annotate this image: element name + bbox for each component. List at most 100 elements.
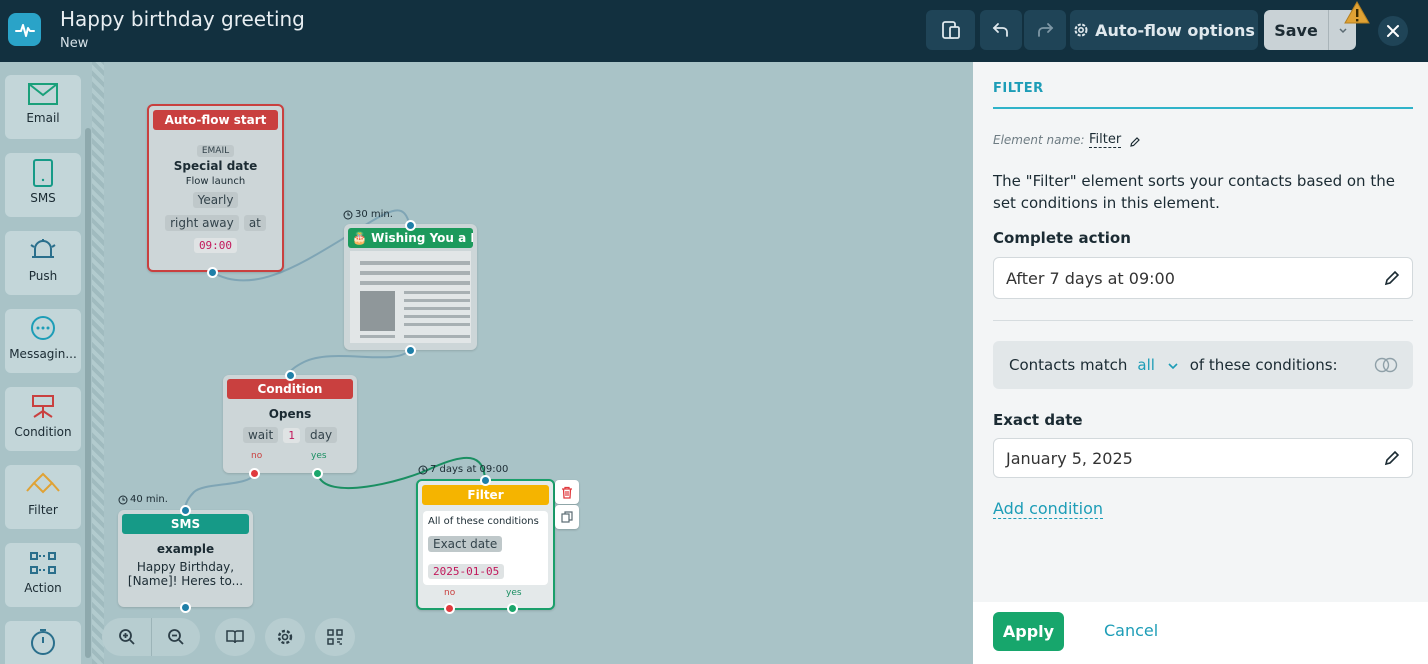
apply-button[interactable]: Apply — [993, 612, 1064, 651]
condition-input-port[interactable] — [285, 370, 296, 381]
preview-button[interactable] — [926, 10, 975, 50]
palette-item-action[interactable]: Action — [5, 543, 81, 607]
zoom-controls — [102, 618, 200, 656]
sms-output-port[interactable] — [180, 602, 191, 613]
node-title: Filter — [422, 485, 549, 505]
chat-icon — [31, 316, 55, 340]
palette-item-push[interactable]: Push — [5, 231, 81, 295]
auto-arrange-button[interactable] — [315, 618, 355, 656]
delay-label: 40 min. — [130, 494, 168, 505]
wait-unit-chip: day — [304, 427, 338, 443]
intersect-toggle-icon[interactable] — [1373, 357, 1399, 373]
filter-icon — [26, 472, 60, 494]
filter-conditions-box: All of these conditions Exact date 2025-… — [423, 511, 548, 585]
palette-item-email[interactable]: Email — [5, 75, 81, 139]
wait-chip: wait — [242, 427, 279, 443]
email-node[interactable]: 🎂 Wishing You a F... — [344, 224, 477, 350]
palette-item-label: Filter — [28, 503, 58, 517]
email-input-port[interactable] — [405, 220, 416, 231]
node-title: Auto-flow start — [153, 110, 278, 130]
palette-item-messaging[interactable]: Messagin... — [5, 309, 81, 373]
condition-value: 2025-01-05 — [428, 564, 505, 579]
zoom-out-icon — [167, 629, 184, 645]
complete-action-label: Complete action — [993, 229, 1131, 247]
palette-item-condition[interactable]: Condition — [5, 387, 81, 451]
exact-date-field[interactable]: January 5, 2025 — [993, 438, 1413, 478]
copy-icon — [561, 511, 573, 523]
canvas-edge — [92, 62, 104, 664]
pencil-icon[interactable] — [1384, 270, 1400, 286]
close-icon — [1387, 25, 1399, 37]
element-description: The "Filter" element sorts your contacts… — [993, 172, 1395, 212]
wait-value: 1 — [283, 428, 300, 443]
palette-scrollbar[interactable] — [85, 128, 91, 658]
palette-item-sms[interactable]: SMS — [5, 153, 81, 217]
undo-icon — [992, 23, 1008, 37]
condition-icon — [32, 395, 54, 418]
chevron-down-icon — [1338, 28, 1347, 34]
undo-button[interactable] — [980, 10, 1022, 50]
condition-yes-port[interactable] — [312, 468, 323, 479]
complete-action-field[interactable]: After 7 days at 09:00 — [993, 257, 1413, 299]
palette-item-label: SMS — [30, 191, 56, 205]
canvas-settings-button[interactable] — [265, 618, 305, 656]
guide-button[interactable] — [215, 618, 255, 656]
sms-name: example — [156, 542, 215, 556]
email-delay: 30 min. — [343, 209, 393, 220]
palette-item-label: Email — [26, 111, 60, 125]
email-icon — [28, 83, 58, 105]
warning-icon[interactable] — [1344, 1, 1370, 25]
app-logo-icon[interactable] — [8, 13, 41, 46]
palette-item-filter[interactable]: Filter — [5, 465, 81, 529]
node-title: 🎂 Wishing You a F... — [348, 228, 473, 248]
filter-input-port[interactable] — [480, 475, 491, 486]
cancel-button[interactable]: Cancel — [1104, 621, 1158, 640]
filter-settings-panel: FILTER Element name: Filter The "Filter"… — [973, 62, 1428, 664]
filter-node[interactable]: Filter All of these conditions Exact dat… — [416, 479, 555, 610]
palette-item-timer[interactable] — [5, 621, 81, 664]
complete-action-value: After 7 days at 09:00 — [1006, 268, 1175, 288]
divider — [993, 320, 1413, 321]
save-button[interactable]: Save — [1264, 10, 1328, 50]
match-select[interactable]: all — [1137, 356, 1178, 374]
match-suffix: of these conditions: — [1189, 356, 1338, 374]
zoom-in-button[interactable] — [103, 618, 151, 656]
delete-node-button[interactable] — [555, 480, 579, 504]
palette-item-label: Messagin... — [9, 347, 77, 361]
trigger-label: Special date — [173, 159, 258, 173]
time-value: 09:00 — [193, 238, 238, 253]
filter-yes-port[interactable] — [507, 603, 518, 614]
pencil-icon[interactable] — [1129, 136, 1141, 148]
palette-item-label: Push — [28, 269, 58, 283]
element-name-value[interactable]: Filter — [1089, 132, 1122, 148]
sms-input-port[interactable] — [180, 505, 191, 516]
chevron-down-icon — [1168, 363, 1178, 370]
redo-button[interactable] — [1024, 10, 1066, 50]
yes-branch-label: yes — [311, 451, 327, 461]
duplicate-node-button[interactable] — [555, 505, 579, 529]
email-output-port[interactable] — [405, 345, 416, 356]
condition-no-port[interactable] — [249, 468, 260, 479]
element-palette: Email SMS Push Messagin... Condition Fil… — [0, 62, 91, 664]
start-output-port[interactable] — [207, 267, 218, 278]
auto-flow-options-label: Auto-flow options — [1095, 20, 1255, 40]
auto-flow-options-button[interactable]: Auto-flow options — [1070, 10, 1258, 50]
app-header: Happy birthday greeting New Auto-flow op… — [0, 0, 1428, 62]
condition-node[interactable]: Condition Opens wait 1 day no yes — [223, 375, 357, 473]
filter-no-port[interactable] — [444, 603, 455, 614]
auto-flow-start-node[interactable]: Auto-flow start EMAIL Special date Flow … — [147, 104, 284, 272]
flow-title[interactable]: Happy birthday greeting — [60, 7, 305, 31]
palette-item-label: Action — [24, 581, 62, 595]
close-button[interactable] — [1378, 16, 1408, 46]
zoom-out-button[interactable] — [152, 618, 200, 656]
exact-date-value: January 5, 2025 — [1006, 448, 1133, 468]
sms-node[interactable]: SMS example Happy Birthday, [Name]! Here… — [118, 510, 253, 607]
action-icon — [30, 552, 56, 574]
phone-icon — [33, 159, 53, 187]
panel-title-underline — [993, 107, 1413, 109]
timing-chip: right away — [165, 215, 239, 231]
flow-canvas[interactable]: Auto-flow start EMAIL Special date Flow … — [102, 62, 973, 664]
pencil-icon[interactable] — [1384, 450, 1400, 466]
palette-item-label: Condition — [14, 425, 72, 439]
add-condition-link[interactable]: Add condition — [993, 499, 1104, 519]
